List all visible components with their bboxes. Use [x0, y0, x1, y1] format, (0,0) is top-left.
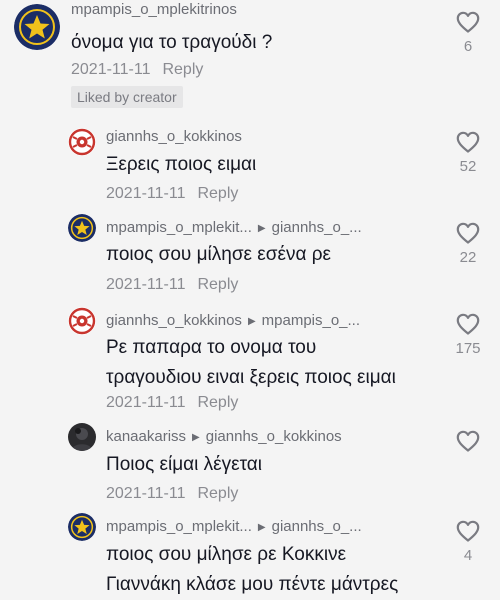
comment-date: 2021-11-11 [106, 485, 186, 502]
comment-meta: 2021-11-11 Reply [106, 394, 238, 412]
comment-date: 2021-11-11 [106, 394, 186, 411]
comment-date: 2021-11-11 [106, 276, 186, 293]
comment-username[interactable]: mpampis_o_mplekitrinos [71, 1, 237, 18]
heart-icon [456, 11, 480, 33]
reply-arrow-icon: ▶ [257, 522, 266, 533]
heart-icon [456, 222, 480, 244]
avatar-dark-photo[interactable] [68, 423, 96, 451]
reply-to-username[interactable]: giannhs_o_... [272, 518, 362, 535]
like-count: 175 [455, 340, 481, 357]
reply-button[interactable]: Reply [162, 61, 203, 78]
like-button[interactable]: 4 [448, 520, 488, 564]
comment-username[interactable]: giannhs_o_kokkinos [106, 128, 242, 145]
like-count: 4 [463, 547, 473, 564]
reply-to-username[interactable]: giannhs_o_kokkinos [206, 428, 342, 445]
reply-arrow-icon: ▶ [247, 316, 256, 327]
username-text[interactable]: giannhs_o_kokkinos [106, 128, 242, 145]
heart-icon [456, 313, 480, 335]
avatar-red-emblem[interactable] [68, 128, 96, 156]
comment-date: 2021-11-11 [106, 185, 186, 202]
username-text[interactable]: mpampis_o_mplekit... [106, 518, 252, 535]
like-button[interactable]: 52 [448, 131, 488, 175]
comment-text: Ξερεις ποιος ειμαι [106, 150, 256, 180]
avatar-star-badge[interactable] [68, 513, 96, 541]
reply-button[interactable]: Reply [197, 276, 238, 293]
star-badge-icon [68, 513, 96, 541]
like-count: 6 [463, 38, 473, 55]
liked-by-creator-badge: Liked by creator [71, 86, 183, 108]
comment-line: τραγουδιου ειναι ξερεις ποιος ειμαι [106, 367, 396, 388]
username-text[interactable]: mpampis_o_mplekit... [106, 219, 252, 236]
comment-meta: 2021-11-11 Reply [71, 61, 203, 79]
comment-line: όνομα για το τραγούδι ? [71, 32, 273, 53]
avatar-red-emblem[interactable] [68, 307, 96, 335]
like-button[interactable]: 6 [448, 11, 488, 55]
reply-button[interactable]: Reply [197, 485, 238, 502]
like-count: 52 [459, 158, 477, 175]
comment-username[interactable]: giannhs_o_kokkinos ▶ mpampis_o_... [106, 312, 360, 329]
comment-line: Ξερεις ποιος ειμαι [106, 154, 257, 175]
comment-username[interactable]: mpampis_o_mplekit... ▶ giannhs_o_... [106, 219, 362, 236]
comment-meta: 2021-11-11 Reply [106, 185, 238, 203]
like-button[interactable] [448, 430, 488, 452]
comment-username[interactable]: kanaakariss ▶ giannhs_o_kokkinos [106, 428, 342, 445]
comment-meta: 2021-11-11 Reply [106, 276, 238, 294]
red-emblem-icon [68, 307, 96, 335]
reply-to-username[interactable]: giannhs_o_... [272, 219, 362, 236]
like-button[interactable]: 175 [448, 313, 488, 357]
reply-button[interactable]: Reply [197, 185, 238, 202]
comment-line: Ρε παπαρα το ονομα του [106, 337, 317, 358]
comment-line: ποιος σου μίλησε εσένα ρε [106, 244, 332, 265]
avatar-star-badge[interactable] [68, 214, 96, 242]
comment-username[interactable]: mpampis_o_mplekit... ▶ giannhs_o_... [106, 518, 362, 535]
username-text[interactable]: mpampis_o_mplekitrinos [71, 1, 237, 18]
heart-icon [456, 131, 480, 153]
comment-text: Ρε παπαρα το ονομα του τραγουδιου ειναι … [106, 333, 396, 393]
like-count: 22 [459, 249, 477, 266]
reply-arrow-icon: ▶ [257, 223, 266, 234]
username-text[interactable]: giannhs_o_kokkinos [106, 312, 242, 329]
comment-meta: 2021-11-11 Reply [106, 485, 238, 503]
comment-text: όνομα για το τραγούδι ? [71, 28, 272, 58]
red-emblem-icon [68, 128, 96, 156]
username-text[interactable]: kanaakariss [106, 428, 186, 445]
comment-text: Ποιος είμαι λέγεται [106, 450, 262, 480]
heart-icon [456, 520, 480, 542]
star-badge-icon [68, 214, 96, 242]
comment-line: ποιος σου μίλησε ρε Κοκκινε [106, 544, 347, 565]
heart-icon [456, 430, 480, 452]
comment-date: 2021-11-11 [71, 61, 151, 78]
like-button[interactable]: 22 [448, 222, 488, 266]
reply-button[interactable]: Reply [197, 394, 238, 411]
dark-photo-avatar [68, 423, 96, 451]
comment-text: ποιος σου μίλησε ρε Κοκκινε Γιαννάκη κλά… [106, 540, 398, 600]
comment-line: Γιαννάκη κλάσε μου πέντε μάντρες [106, 574, 399, 595]
reply-to-username[interactable]: mpampis_o_... [262, 312, 360, 329]
star-badge-icon [14, 4, 60, 50]
reply-arrow-icon: ▶ [192, 432, 200, 443]
comment-text: ποιος σου μίλησε εσένα ρε [106, 240, 331, 270]
comment-line: Ποιος είμαι λέγεται [106, 454, 263, 475]
avatar-star-badge[interactable] [14, 4, 60, 50]
